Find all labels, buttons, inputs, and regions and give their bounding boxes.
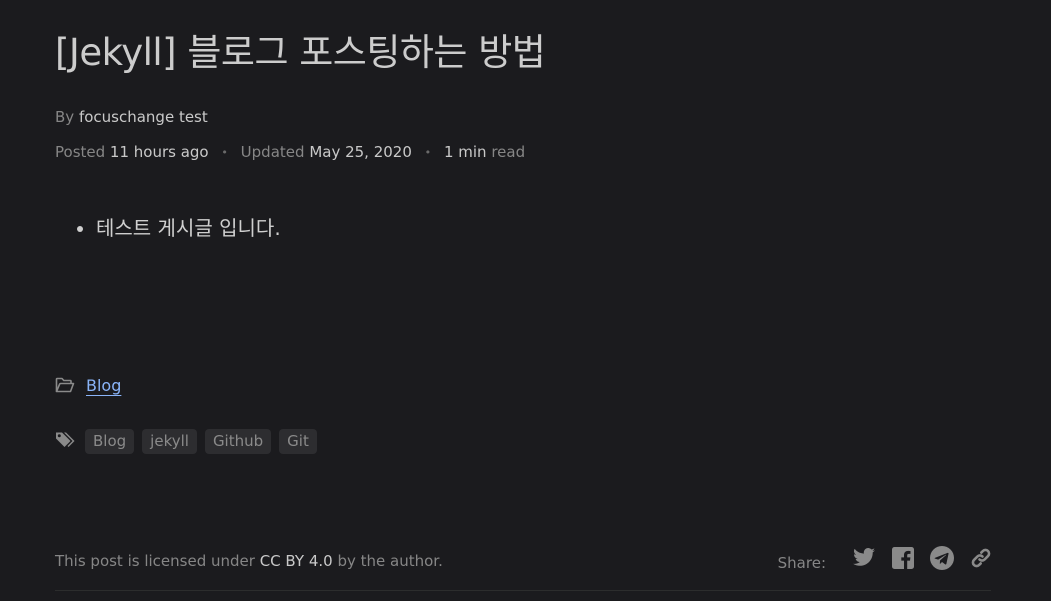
post-category: Blog [55,373,121,397]
read-label: read [491,143,526,161]
tag-github[interactable]: Github [204,429,272,454]
folder-open-icon [55,377,75,393]
read-time: 1 min [443,143,487,161]
posted-label: Posted [55,143,106,161]
tag-jekyll[interactable]: jekyll [142,429,197,454]
post-tags: Blog jekyll Github Git [55,429,325,454]
content-list-item: 테스트 게시글 입니다. [96,212,281,241]
updated-label: Updated [240,143,305,161]
post-meta: Posted 11 hours ago • Updated May 25, 20… [55,143,525,161]
facebook-icon[interactable] [892,547,914,573]
tags-icon [55,431,77,453]
share-label: Share: [777,553,826,572]
tag-blog[interactable]: Blog [85,429,135,454]
link-icon[interactable] [970,547,992,573]
license-prefix: This post is licensed under [55,552,255,570]
license-link[interactable]: CC BY 4.0 [260,552,333,570]
license-suffix: by the author. [337,552,443,570]
license-notice: This post is licensed under CC BY 4.0 by… [55,552,443,570]
post-author-line: By focuschange test [55,108,208,126]
telegram-icon[interactable] [930,546,954,574]
meta-separator: • [221,146,228,159]
footer-divider [55,590,991,591]
tag-git[interactable]: Git [279,429,317,454]
author-name: focuschange test [78,108,208,126]
by-label: By [55,108,75,126]
twitter-icon[interactable] [852,547,876,573]
post-title: [Jekyll] 블로그 포스팅하는 방법 [55,31,546,74]
post-content: 테스트 게시글 입니다. [74,212,281,241]
share-bar: Share: [778,546,992,574]
posted-date: 11 hours ago [109,143,209,161]
meta-separator: • [424,146,432,159]
updated-date: May 25, 2020 [309,143,412,161]
category-link-blog[interactable]: Blog [86,376,121,395]
